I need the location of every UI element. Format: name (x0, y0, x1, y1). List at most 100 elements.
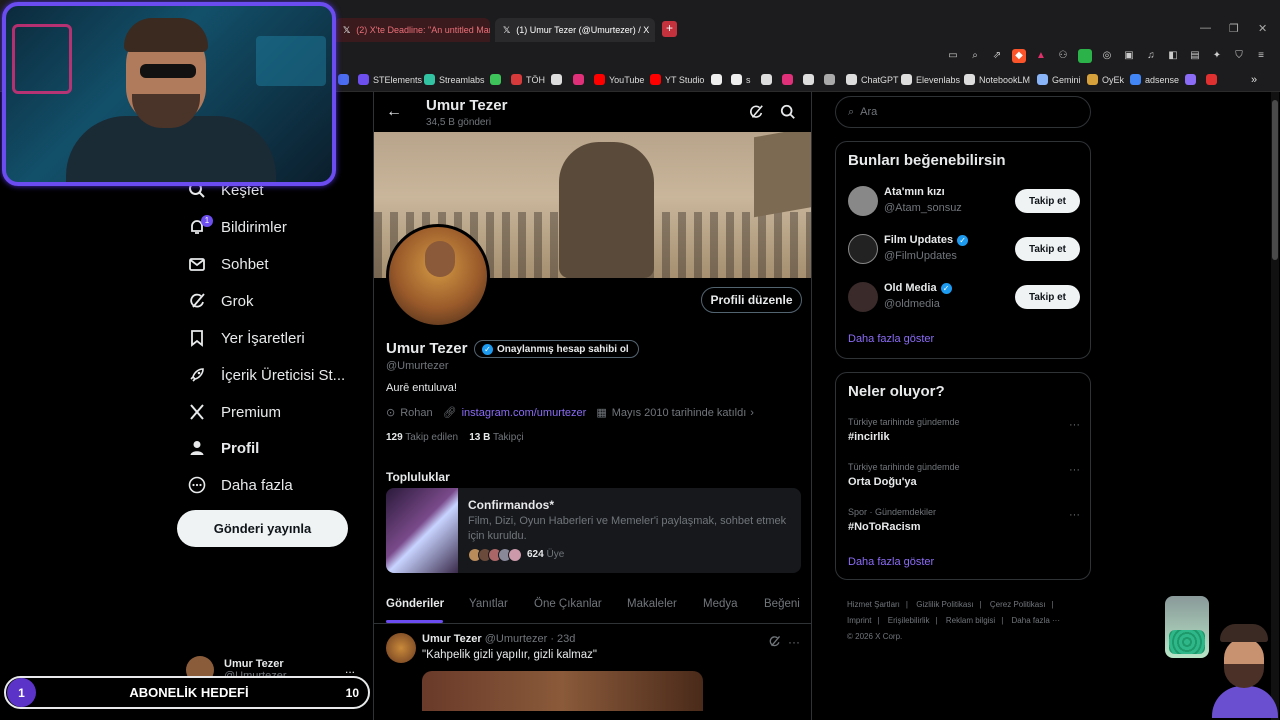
bookmark-item[interactable] (803, 74, 818, 85)
bookmark-item[interactable]: OyEk (1087, 74, 1124, 85)
bookmark-item[interactable] (551, 74, 566, 85)
puzzle-icon[interactable]: ✦ (1210, 49, 1224, 63)
bookmark-item[interactable]: ChatGPT (846, 74, 899, 85)
show-more-link[interactable]: Daha fazla göster (848, 333, 934, 345)
footer-link[interactable]: Hizmet Şartları (847, 600, 900, 609)
tab-highlights[interactable]: Öne Çıkanlar (534, 598, 602, 610)
follow-button[interactable]: Takip et (1015, 237, 1080, 261)
suggestion-item[interactable]: Film Updates ✓ @FilmUpdates Takip et (848, 232, 1080, 266)
search-input[interactable]: ⌕ Ara (835, 96, 1091, 128)
nav-item-profile[interactable]: Profil (187, 433, 259, 463)
trend-item[interactable]: Spor · Gündemdekiler #NoToRacism ··· (848, 507, 1080, 533)
window-close-icon[interactable]: ✕ (1258, 22, 1267, 35)
tab-articles[interactable]: Makaleler (627, 598, 677, 610)
trend-item[interactable]: Türkiye tarihinde gündemde #incirlik ··· (848, 417, 1080, 443)
nav-item-grok[interactable]: Grok (187, 286, 254, 316)
nav-item-bookmarks[interactable]: Yer İşaretleri (187, 323, 305, 353)
nav-item-messages[interactable]: Sohbet (187, 249, 269, 279)
bookmark-item[interactable]: YT Studio (650, 74, 704, 85)
tweet[interactable]: Umur Tezer @Umurtezer · 23d ··· "Kahpeli… (374, 625, 811, 720)
tweet-media[interactable] (422, 671, 703, 711)
extension-icon[interactable]: ▣ (1122, 49, 1136, 63)
profile-link[interactable]: instagram.com/umurtezer (462, 407, 587, 419)
nav-item-creator-studio[interactable]: İçerik Üreticisi St... (187, 360, 345, 390)
minimize-icon[interactable]: — (1200, 22, 1211, 34)
extension-icon[interactable] (1078, 49, 1092, 63)
follow-button[interactable]: Takip et (1015, 189, 1080, 213)
more-icon[interactable]: ··· (1069, 419, 1080, 431)
bookmark-item[interactable] (782, 74, 797, 85)
footer-link[interactable]: Reklam bilgisi (946, 616, 995, 625)
browser-tab-deadline[interactable]: 𝕏 (2) X'te Deadline: "An untitled Marvel… (335, 18, 490, 42)
tab-likes[interactable]: Beğeni (764, 598, 800, 610)
bookmark-item[interactable] (490, 74, 505, 85)
footer-link[interactable]: Daha fazla ··· (1012, 616, 1060, 625)
tab-replies[interactable]: Yanıtlar (469, 598, 508, 610)
bookmarks-overflow-button[interactable]: » (1251, 74, 1257, 86)
tweet-author[interactable]: Umur Tezer (422, 633, 482, 645)
share-icon[interactable]: ⇗ (990, 49, 1004, 63)
music-icon[interactable]: ♫ (1144, 49, 1158, 63)
bookmark-item[interactable]: YouTube (594, 74, 644, 85)
more-icon[interactable]: ··· (788, 635, 800, 649)
wallet-icon[interactable]: ▤ (1188, 49, 1202, 63)
rewards-icon[interactable]: ▲ (1034, 49, 1048, 63)
maximize-icon[interactable]: ❐ (1229, 22, 1239, 35)
bookmark-item[interactable]: STElements (358, 74, 422, 85)
avatar[interactable] (386, 633, 416, 663)
trend-item[interactable]: Türkiye tarihinde gündemde Orta Doğu'ya … (848, 462, 1080, 488)
more-icon[interactable]: ··· (1069, 509, 1080, 521)
bookmark-item[interactable]: TÖH (511, 74, 545, 85)
footer-link[interactable]: Imprint (847, 616, 871, 625)
bookmark-item[interactable] (824, 74, 839, 85)
screen-icon[interactable]: ▭ (946, 49, 960, 63)
zoom-icon[interactable]: ⌕ (968, 49, 982, 63)
bookmark-item[interactable]: Gemini (1037, 74, 1081, 85)
get-verified-button[interactable]: ✓ Onaylanmış hesap sahibi ol (474, 340, 639, 358)
suggestion-item[interactable]: Ata'mın kızı @Atam_sonsuz Takip et (848, 184, 1080, 218)
tab-posts[interactable]: Gönderiler (386, 598, 444, 610)
profile-avatar[interactable] (386, 224, 490, 328)
nav-item-premium[interactable]: Premium (187, 397, 281, 427)
vpn-icon[interactable]: ⛉ (1232, 49, 1246, 63)
following-link[interactable]: 129 Takip edilen (386, 432, 458, 443)
tab-media[interactable]: Medya (703, 598, 738, 610)
bookmark-item[interactable] (1206, 74, 1221, 85)
nav-item-more[interactable]: Daha fazla (187, 470, 293, 500)
footer-link[interactable]: Gizlilik Politikası (916, 600, 973, 609)
grok-icon[interactable] (748, 104, 764, 120)
followers-link[interactable]: 13 B Takipçi (469, 432, 523, 443)
search-icon[interactable] (780, 104, 796, 120)
bookmark-item[interactable]: adsense (1130, 74, 1179, 85)
browser-tab-profile[interactable]: 𝕏 (1) Umur Tezer (@Umurtezer) / X × (495, 18, 655, 42)
bookmark-item[interactable] (711, 74, 726, 85)
account-more-icon[interactable]: ... (345, 662, 355, 676)
footer-link[interactable]: Erişilebilirlik (888, 616, 930, 625)
bookmark-item[interactable] (338, 74, 353, 85)
community-card[interactable]: Confirmandos* Film, Dizi, Oyun Haberleri… (386, 488, 801, 573)
extension-icon[interactable]: ⚇ (1056, 49, 1070, 63)
new-tab-button[interactable]: + (662, 21, 677, 37)
bookmark-item[interactable]: s (731, 74, 751, 85)
bookmark-item[interactable]: Streamlabs (424, 74, 485, 85)
bookmark-item[interactable] (573, 74, 588, 85)
grok-icon[interactable] (768, 635, 781, 651)
follow-button[interactable]: Takip et (1015, 285, 1080, 309)
extension-icon[interactable]: ◎ (1100, 49, 1114, 63)
suggestion-item[interactable]: Old Media ✓ @oldmedia Takip et (848, 280, 1080, 314)
scroll-thumb[interactable] (1272, 100, 1278, 260)
post-button[interactable]: Gönderi yayınla (177, 510, 348, 547)
bookmark-item[interactable] (761, 74, 776, 85)
more-icon[interactable]: ··· (1069, 464, 1080, 476)
nav-item-notifications[interactable]: 1 Bildirimler (187, 212, 287, 242)
chevron-right-icon[interactable]: › (750, 407, 754, 419)
bookmark-item[interactable]: NotebookLM (964, 74, 1030, 85)
bookmark-item[interactable] (1185, 74, 1200, 85)
brave-shield-icon[interactable]: ◆ (1012, 49, 1026, 63)
footer-link[interactable]: Çerez Politikası (990, 600, 1046, 609)
sidebar-icon[interactable]: ◧ (1166, 49, 1180, 63)
show-more-link[interactable]: Daha fazla göster (848, 556, 934, 568)
bookmark-item[interactable]: Elevenlabs (901, 74, 960, 85)
back-arrow-icon[interactable]: ← (386, 103, 402, 121)
edit-profile-button[interactable]: Profili düzenle (701, 287, 802, 313)
